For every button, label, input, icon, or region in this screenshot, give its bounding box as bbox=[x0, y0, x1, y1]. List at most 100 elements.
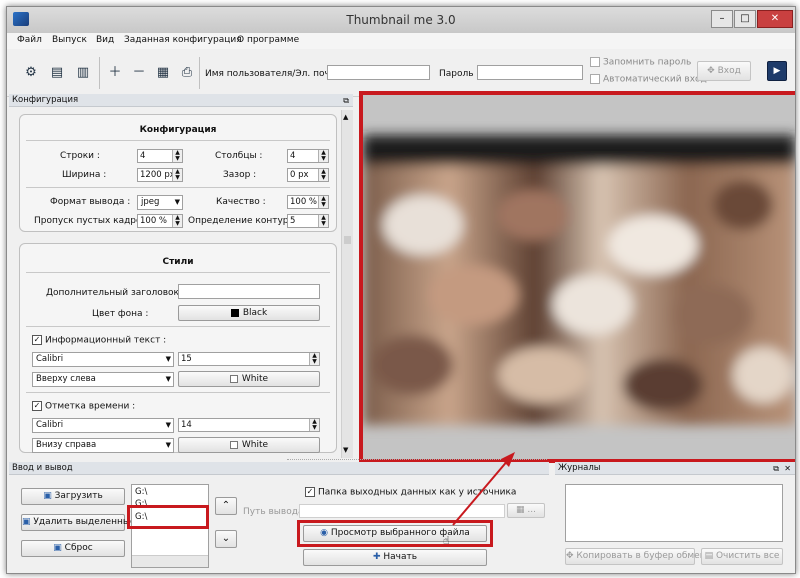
open-folder-icon[interactable]: ▤ bbox=[47, 63, 67, 83]
reset-icon: ▣ bbox=[53, 543, 65, 553]
move-down-button[interactable]: ⌄ bbox=[215, 530, 237, 548]
remember-password-checkbox[interactable]: Запомнить пароль bbox=[590, 57, 691, 68]
width-spinbox[interactable]: 1200 px ▲ ▼ bbox=[137, 168, 183, 182]
timestamp-label: Отметка времени : bbox=[45, 401, 136, 412]
skip-frames-label: Пропуск пустых кадров : bbox=[34, 216, 153, 226]
auto-login-checkbox[interactable]: Автоматический вход bbox=[590, 74, 707, 85]
ts-position-combo[interactable]: Внизу справа ▼ bbox=[32, 438, 174, 453]
color-swatch bbox=[229, 440, 238, 449]
config-group-title: Конфигурация bbox=[139, 125, 217, 135]
username-input[interactable] bbox=[327, 65, 430, 80]
info-position-value: Вверху слева bbox=[36, 374, 96, 384]
skip-frames-spinbox[interactable]: 100 % ▲ ▼ bbox=[137, 214, 183, 228]
ts-position-value: Внизу справа bbox=[36, 440, 97, 450]
start-button[interactable]: ✚ Начать bbox=[303, 549, 487, 566]
copy-button-label: Копировать в буфер обмена bbox=[576, 551, 712, 561]
zoom-in-icon[interactable]: ＋ bbox=[105, 63, 125, 83]
start-button-label: Начать bbox=[383, 552, 418, 562]
book-icon[interactable]: ▥ bbox=[73, 63, 93, 83]
ts-font-value: Calibri bbox=[36, 420, 64, 430]
password-input[interactable] bbox=[477, 65, 583, 80]
config-panel-header: Конфигурация ⧉ bbox=[9, 94, 353, 107]
color-swatch bbox=[230, 308, 239, 317]
scroll-up-icon[interactable]: ▲ bbox=[343, 113, 348, 121]
ts-color-button[interactable]: White bbox=[178, 437, 320, 453]
horizontal-scrollbar[interactable] bbox=[132, 555, 208, 567]
login-button[interactable]: ✥ Вход bbox=[697, 61, 751, 81]
bg-color-value: Black bbox=[242, 308, 268, 318]
io-panel-title: Ввод и вывод bbox=[12, 463, 73, 473]
login-button-label: Вход bbox=[717, 66, 741, 76]
width-value: 1200 px bbox=[140, 170, 175, 180]
reset-button[interactable]: ▣ Сброс bbox=[21, 540, 125, 557]
config-scrollbar[interactable]: ▲ ▼ bbox=[341, 110, 353, 458]
chevron-down-icon: ▼ bbox=[174, 198, 180, 206]
browse-button-label: ... bbox=[527, 505, 536, 515]
menu-file[interactable]: Файл bbox=[17, 35, 42, 45]
info-text-label: Информационный текст : bbox=[45, 335, 167, 346]
scroll-thumb[interactable] bbox=[344, 236, 351, 244]
info-color-button[interactable]: White bbox=[178, 371, 320, 387]
close-panel-icon[interactable]: ✕ bbox=[784, 462, 791, 475]
ts-size-value: 14 bbox=[181, 420, 192, 430]
trash-icon[interactable]: ▦ bbox=[153, 63, 173, 83]
rows-value: 4 bbox=[140, 151, 146, 161]
blurred-thumbnail-image bbox=[363, 95, 795, 459]
quality-spinbox[interactable]: 100 % ▲ ▼ bbox=[287, 195, 329, 209]
undock-icon[interactable]: ⧉ bbox=[773, 462, 779, 475]
undock-icon[interactable]: ⧉ bbox=[343, 94, 349, 107]
menu-preset-config[interactable]: Заданная конфигурация bbox=[124, 35, 242, 45]
rows-spinbox[interactable]: 4 ▲ ▼ bbox=[137, 149, 183, 163]
menu-about[interactable]: О программе bbox=[237, 35, 299, 45]
quality-value: 100 % bbox=[290, 197, 318, 207]
chevron-down-icon: ▼ bbox=[165, 375, 171, 383]
list-item[interactable]: G:\ bbox=[135, 487, 147, 497]
cols-value: 4 bbox=[290, 151, 296, 161]
format-combo[interactable]: jpeg ▼ bbox=[137, 195, 183, 210]
clear-all-button[interactable]: ▤ Очистить все bbox=[701, 548, 783, 565]
styles-group: Стили Дополнительный заголовок : Цвет фо… bbox=[19, 243, 337, 453]
info-font-combo[interactable]: Calibri ▼ bbox=[32, 352, 174, 367]
info-position-combo[interactable]: Вверху слева ▼ bbox=[32, 372, 174, 387]
minimize-button[interactable]: – bbox=[711, 10, 733, 28]
title-bar[interactable]: Thumbnail me 3.0 – □ ✕ bbox=[7, 7, 795, 33]
info-size-spinbox[interactable]: 15 ▲ ▼ bbox=[178, 352, 320, 366]
width-label: Ширина : bbox=[62, 170, 107, 180]
timestamp-checkbox[interactable]: ✓ Отметка времени : bbox=[32, 401, 135, 412]
app-window: Thumbnail me 3.0 – □ ✕ Файл Выпуск Вид З… bbox=[6, 6, 796, 574]
toolbar: ⚙ ▤ ▥ ＋ － ▦ ⎙ Имя пользователя/Эл. почта… bbox=[7, 49, 795, 97]
menu-output[interactable]: Выпуск bbox=[52, 35, 87, 45]
cols-spinbox[interactable]: 4 ▲ ▼ bbox=[287, 149, 329, 163]
edge-detect-spinbox[interactable]: 5 ▲ ▼ bbox=[287, 214, 329, 228]
info-size-value: 15 bbox=[181, 354, 192, 364]
copy-to-clipboard-button[interactable]: ✥ Копировать в буфер обмена bbox=[565, 548, 711, 565]
remove-selected-button[interactable]: ▣ Удалить выделенные bbox=[21, 514, 135, 531]
mouse-cursor-icon: ☝ bbox=[443, 534, 450, 547]
printer-icon[interactable]: ⎙ bbox=[177, 63, 197, 83]
info-text-checkbox[interactable]: ✓ Информационный текст : bbox=[32, 335, 166, 346]
ts-size-spinbox[interactable]: 14 ▲ ▼ bbox=[178, 418, 320, 432]
skip-frames-value: 100 % bbox=[140, 216, 168, 226]
menu-view[interactable]: Вид bbox=[96, 35, 114, 45]
bg-color-button[interactable]: Black bbox=[178, 305, 320, 321]
logs-textarea[interactable] bbox=[565, 484, 783, 542]
annotation-arrow bbox=[452, 452, 515, 526]
load-icon: ▣ bbox=[43, 491, 55, 501]
maximize-button[interactable]: □ bbox=[734, 10, 756, 28]
scroll-down-icon[interactable]: ▼ bbox=[343, 446, 348, 454]
clipboard-icon: ✥ bbox=[566, 551, 577, 561]
extra-title-input[interactable] bbox=[178, 284, 320, 299]
info-color-value: White bbox=[241, 374, 269, 384]
close-button[interactable]: ✕ bbox=[757, 10, 793, 28]
next-arrow-button[interactable]: ▶ bbox=[767, 61, 787, 81]
edge-detect-value: 5 bbox=[290, 216, 296, 226]
gap-spinbox[interactable]: 0 px ▲ ▼ bbox=[287, 168, 329, 182]
gap-value: 0 px bbox=[290, 170, 309, 180]
move-up-button[interactable]: ⌃ bbox=[215, 497, 237, 515]
settings-icon[interactable]: ⚙ bbox=[21, 63, 41, 83]
zoom-out-icon[interactable]: － bbox=[129, 63, 149, 83]
start-icon: ✚ bbox=[372, 552, 384, 562]
ts-font-combo[interactable]: Calibri ▼ bbox=[32, 418, 174, 433]
load-button[interactable]: ▣ Загрузить bbox=[21, 488, 125, 505]
password-label: Пароль : bbox=[439, 69, 480, 79]
